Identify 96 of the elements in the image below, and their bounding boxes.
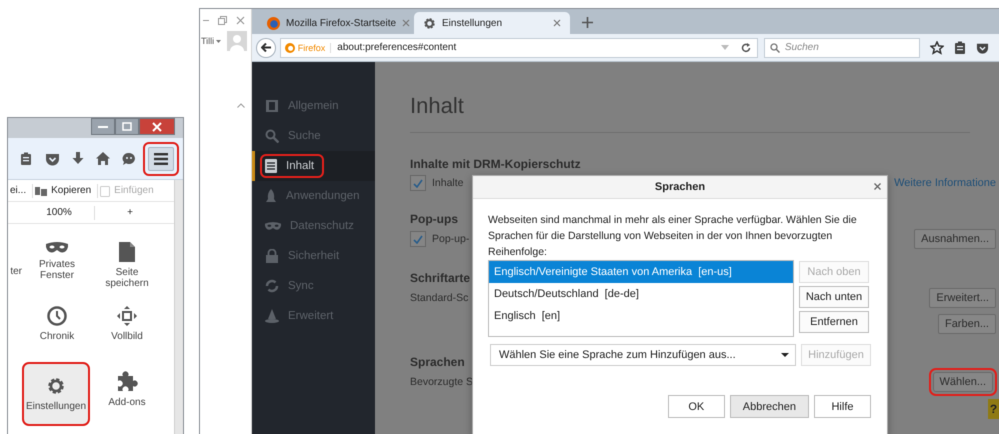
- rocket-icon: [265, 189, 277, 203]
- clock-icon: [47, 306, 67, 326]
- search-icon: [770, 42, 780, 52]
- clipboard-icon[interactable]: [19, 152, 33, 166]
- section-heading: Sprachen: [410, 354, 465, 371]
- dialog-button[interactable]: Abbrechen: [730, 395, 809, 418]
- restore-icon[interactable]: [218, 16, 227, 24]
- mask-icon: [265, 222, 281, 230]
- move-button[interactable]: Nach unten: [799, 286, 869, 308]
- clipboard-icon[interactable]: [954, 41, 966, 54]
- pocket-icon[interactable]: [45, 152, 60, 166]
- section-heading: Pop-ups: [410, 211, 458, 228]
- page-icon: [119, 242, 135, 262]
- dialog-button[interactable]: OK: [668, 395, 725, 418]
- chevron-up-icon[interactable]: [237, 103, 245, 108]
- firefox-icon: [267, 16, 280, 30]
- settings-button[interactable]: Farben...: [938, 314, 996, 334]
- new-tab-icon[interactable]: [582, 17, 593, 28]
- menu-item[interactable]: Add-ons: [92, 364, 162, 428]
- panel-icon: [265, 99, 279, 113]
- edit-menu-item[interactable]: ei...: [8, 185, 32, 196]
- dropdown-arrow-icon: [781, 353, 789, 357]
- menu-icon: [154, 152, 168, 164]
- dialog-button[interactable]: Hilfe: [814, 395, 871, 418]
- section-heading: Inhalte mit DRM-Kopierschutz: [410, 156, 581, 173]
- menu-item-label[interactable]: ter: [8, 266, 22, 277]
- document-icon: [265, 159, 277, 173]
- firefox-icon: [284, 42, 295, 52]
- lock-icon: [265, 249, 279, 263]
- copy-icon: [35, 186, 48, 196]
- download-icon[interactable]: [72, 152, 84, 166]
- field-label: Standard-Sc: [410, 292, 468, 304]
- close-icon[interactable]: [874, 183, 881, 190]
- maximize-button[interactable]: [115, 118, 139, 135]
- checkmark-icon: [413, 234, 423, 244]
- back-button[interactable]: [256, 38, 276, 58]
- star-icon[interactable]: [930, 40, 944, 54]
- close-button[interactable]: [139, 118, 175, 135]
- close-tab-icon[interactable]: [402, 19, 410, 27]
- menu-item[interactable]: Chronik: [22, 300, 92, 364]
- menu-item[interactable]: Privates Fenster: [22, 236, 92, 300]
- section-heading: Schriftarte: [410, 270, 470, 287]
- puzzle-icon: [116, 370, 138, 392]
- identity-label: Firefox: [298, 42, 326, 52]
- move-button[interactable]: Entfernen: [799, 311, 869, 333]
- menu-item[interactable]: Vollbild: [92, 300, 162, 364]
- close-icon: [152, 122, 162, 132]
- caret-icon[interactable]: [216, 40, 222, 42]
- gear-icon: [46, 376, 66, 396]
- dialog-title: Sprachen: [654, 181, 706, 193]
- language-item[interactable]: Deutsch/Deutschland [de-de]: [489, 283, 793, 305]
- scrollbar[interactable]: [174, 180, 183, 434]
- edit-menu-item[interactable]: Kopieren: [33, 185, 98, 196]
- reload-icon[interactable]: [740, 42, 751, 52]
- help-button[interactable]: ?: [988, 399, 999, 419]
- language-item[interactable]: Englisch [en]: [489, 305, 793, 327]
- tab[interactable]: Einstellungen: [414, 12, 570, 34]
- menu-button[interactable]: [148, 146, 174, 170]
- wizard-hat-icon: [265, 309, 279, 323]
- page-title: Inhalt: [410, 93, 970, 133]
- back-arrow-icon: [260, 43, 271, 52]
- checkbox-label[interactable]: Inhalte: [432, 177, 464, 189]
- zoom-level: 100%: [45, 207, 73, 218]
- pocket-icon[interactable]: [976, 42, 989, 54]
- minimize-button[interactable]: [91, 118, 115, 135]
- checkbox-label[interactable]: Pop-up-: [432, 233, 470, 245]
- profile-name[interactable]: Tilli: [201, 36, 214, 46]
- mask-icon: [46, 242, 68, 254]
- minimize-icon: [98, 124, 108, 128]
- exceptions-button[interactable]: Ausnahmen...: [914, 229, 996, 249]
- highlight-frame: Inhalt: [260, 154, 324, 178]
- chat-icon[interactable]: [122, 152, 136, 166]
- dialog-description: Webseiten sind manchmal in mehr als einer Sprache verfügbar. Wählen Sie die Sprachen für die Darstellung von Webseiten in der von Ihnen bevorzugten Reihenfolge:: [488, 213, 858, 260]
- gear-icon: [423, 16, 436, 30]
- search-icon: [265, 129, 279, 143]
- zoom-in-button[interactable]: +: [95, 207, 165, 218]
- home-icon[interactable]: [96, 152, 110, 165]
- sync-icon: [265, 279, 279, 293]
- checkmark-icon: [413, 178, 423, 188]
- address-field[interactable]: Firefox about:preferences#content: [280, 38, 758, 58]
- settings-button[interactable]: Erweitert...: [929, 288, 996, 308]
- maximize-icon: [122, 122, 132, 131]
- sidebar-item[interactable]: Inhalt: [252, 151, 375, 181]
- tab[interactable]: Mozilla Firefox-Startseite: [258, 12, 414, 34]
- url-text: about:preferences#content: [337, 42, 458, 53]
- fullscreen-icon: [117, 306, 137, 326]
- close-tab-icon[interactable]: [553, 19, 561, 27]
- checkbox[interactable]: [410, 231, 426, 247]
- clipboard-icon: [100, 184, 110, 196]
- language-dropdown[interactable]: Wählen Sie eine Sprache zum Hinzufügen aus...: [490, 344, 796, 366]
- menu-item[interactable]: Seite speichern: [92, 236, 162, 300]
- language-item[interactable]: Englisch/Vereinigte Staaten von Amerika [en-us]: [489, 261, 793, 283]
- menu-item[interactable]: Einstellungen: [22, 362, 90, 426]
- search-field[interactable]: Suchen: [764, 38, 920, 58]
- checkbox[interactable]: [410, 175, 426, 191]
- close-icon[interactable]: [236, 16, 245, 24]
